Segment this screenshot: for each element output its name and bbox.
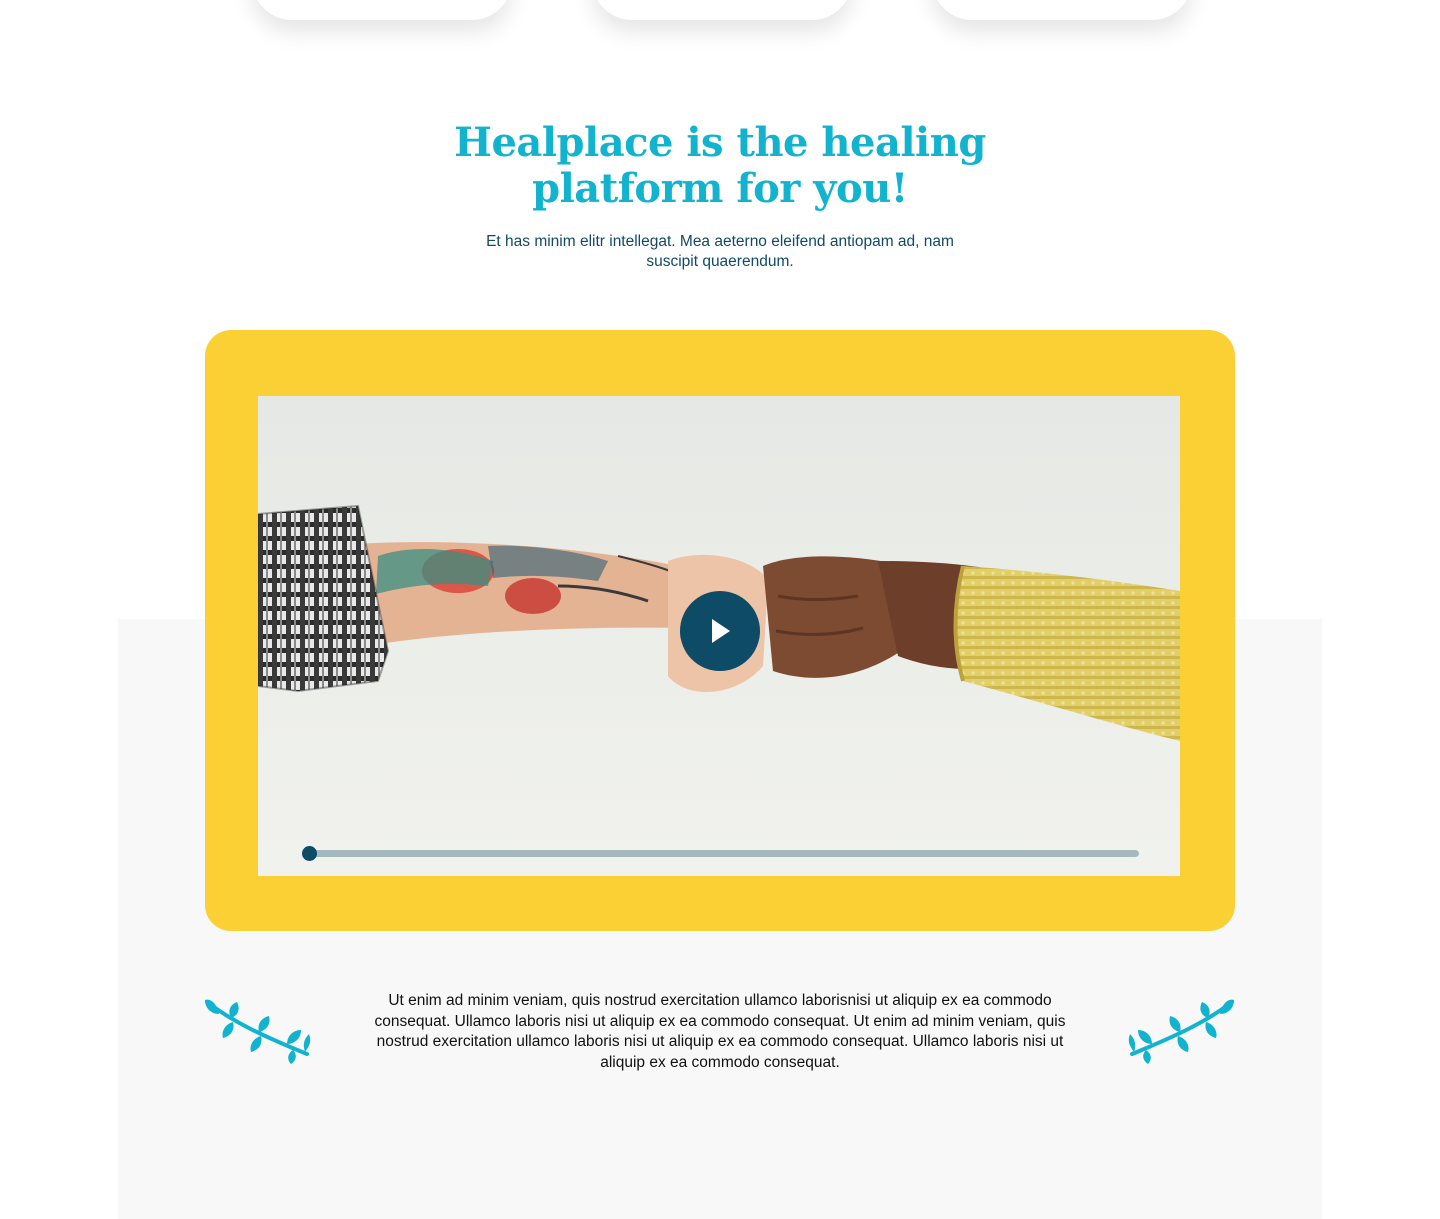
leaf-branch-icon [1128, 999, 1234, 1064]
body-paragraph: Ut enim ad minim veniam, quis nostrud ex… [374, 992, 1066, 1071]
feature-card-2[interactable] [592, 0, 852, 20]
video-progress-handle[interactable] [302, 846, 317, 861]
feature-card-3[interactable] [932, 0, 1192, 20]
video-frame [205, 330, 1235, 931]
play-button[interactable] [680, 591, 760, 671]
video-player[interactable] [258, 396, 1180, 876]
section-subtitle: Et has minim elitr intellegat. Mea aeter… [486, 233, 954, 270]
leaf-branch-icon [205, 999, 311, 1064]
video-progress-bar[interactable] [302, 846, 1139, 861]
play-icon [712, 619, 730, 643]
section-title: Healplace is the healing platform for yo… [454, 119, 986, 212]
feature-card-1[interactable] [252, 0, 512, 20]
